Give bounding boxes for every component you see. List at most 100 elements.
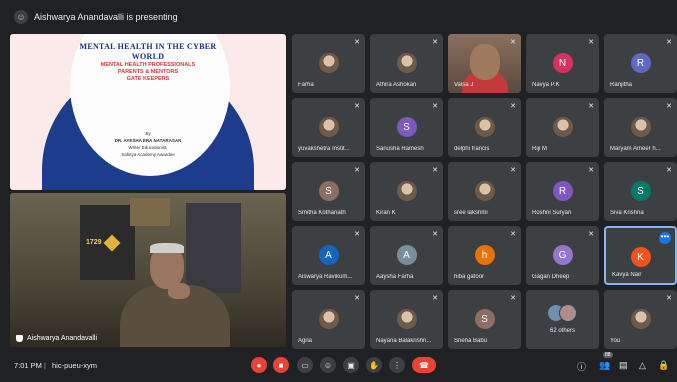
presenter-hand (168, 283, 190, 299)
more-options-icon[interactable]: ⋮ (389, 357, 405, 373)
participant-tile[interactable]: ✕ Farha (292, 34, 365, 93)
avatar: G (552, 245, 573, 265)
participant-tile[interactable]: ✕ R Roshni Suryan (526, 162, 599, 221)
avatar (630, 117, 651, 137)
avatar: S (318, 181, 339, 201)
participant-tile[interactable]: ✕ A Aaysha Farha (370, 226, 443, 285)
avatar: A (318, 245, 339, 265)
host-controls-icon[interactable]: 🔒 (658, 360, 669, 371)
avatar: S (630, 181, 651, 201)
more-options-icon[interactable]: ••• (659, 232, 671, 244)
participant-name: Sanusha Ramesh (376, 146, 424, 152)
participant-tile[interactable]: ✕ Athira Ashokan (370, 34, 443, 93)
mic-off-icon: ✕ (432, 39, 438, 46)
participant-tile[interactable]: ✕ sree lakshmi (448, 162, 521, 221)
avatar (396, 309, 417, 329)
avatar (558, 304, 577, 322)
participant-tile[interactable]: ✕ Agna (292, 290, 365, 349)
participant-tile[interactable]: 62 others (526, 290, 599, 349)
avatar (318, 53, 339, 73)
participant-name: Aaysha Farha (376, 274, 414, 280)
mic-off-icon: ✕ (666, 167, 672, 174)
wall-poster (186, 203, 241, 293)
presenter-name-label: Aishwarya Anandavalli (16, 335, 97, 342)
info-icon[interactable]: ⓘ (577, 360, 586, 373)
meeting-code[interactable]: hic-pueu-xym (52, 361, 97, 370)
avatar (396, 53, 417, 73)
participant-name: Roshni Suryan (532, 210, 572, 216)
participant-tile[interactable]: ✕ Maryam Ameer h... (604, 98, 677, 157)
mic-off-icon: ✕ (354, 295, 360, 302)
participant-tile[interactable]: ✕ G Gagan Dheep (526, 226, 599, 285)
slide-subtitle-line: GATE KEEPERS (126, 76, 170, 82)
participant-name: Valsa J (454, 82, 474, 88)
participant-name: Riji M (532, 146, 547, 152)
mic-off-icon: ✕ (510, 39, 516, 46)
mic-off-icon: ✕ (510, 231, 516, 238)
others-label: 62 others (549, 328, 576, 334)
participant-name: Aiswarya Ravikum... (298, 274, 353, 280)
activities-icon[interactable]: △ (639, 360, 646, 371)
slide-subtitle-line: MENTAL HEALTH PROFESSIONALS (100, 62, 196, 68)
video-person-head (470, 44, 500, 80)
participant-name: yuvakshetra Instit... (298, 146, 350, 152)
camera-off-icon[interactable]: ■ (273, 357, 289, 373)
avatar: A (396, 245, 417, 265)
participant-tile[interactable]: ✕ S Sneha Babu (448, 290, 521, 349)
participant-tile[interactable]: ✕ You (604, 290, 677, 349)
slide-title: MENTAL HEALTH IN THE CYBER WORLD (10, 42, 286, 62)
separator: | (44, 361, 46, 370)
chat-icon[interactable]: ▤ (619, 360, 628, 371)
participant-tile[interactable]: ✕ N Navya P.K (526, 34, 599, 93)
slide-role: Writer Educationist, (128, 145, 168, 150)
avatar: R (630, 53, 651, 73)
participant-name: Farha (298, 82, 314, 88)
participant-tile[interactable]: ✕ Valsa J (448, 34, 521, 93)
mic-off-icon: ✕ (510, 103, 516, 110)
avatar: S (474, 309, 495, 329)
participant-tile[interactable]: ✕ Kiran K (370, 162, 443, 221)
participant-name: Ranjitha (610, 82, 633, 88)
participant-name: Nayana Balakrishn... (376, 338, 432, 344)
participant-name: Athira Ashokan (376, 82, 417, 88)
slide-subtitle: MENTAL HEALTH PROFESSIONALS PARENTS & ME… (10, 62, 286, 83)
mic-off-icon: ✕ (588, 39, 594, 46)
mic-off-icon: ✕ (510, 167, 516, 174)
end-call-icon[interactable]: ☎ (412, 357, 436, 373)
participant-name: Gagan Dheep (532, 274, 570, 280)
participant-tile[interactable]: ✕ S Siva Krishna (604, 162, 677, 221)
microphone-off-icon[interactable]: ● (251, 357, 267, 373)
presenter-video[interactable]: 1729 Aishwarya Anandavalli (10, 193, 286, 347)
avatar (552, 117, 573, 137)
participant-tile[interactable]: ✕ Riji M (526, 98, 599, 157)
participant-name: You (610, 338, 621, 344)
slide-award: Sahitya Academy Awardee (121, 152, 175, 157)
participant-tile[interactable]: ✕ R Ranjitha (604, 34, 677, 93)
mic-off-icon: ✕ (432, 103, 438, 110)
participant-tile[interactable]: ✕ A Aiswarya Ravikum... (292, 226, 365, 285)
participant-tile[interactable]: ✕ yuvakshetra Instit... (292, 98, 365, 157)
slide-author: DR. AYESHA ERA NATARASAN (114, 138, 182, 143)
pin-icon (16, 335, 23, 342)
captions-icon[interactable]: ▭ (297, 357, 313, 373)
emoji-icon[interactable]: ☺ (320, 357, 336, 373)
participant-tile[interactable]: ✕ delphi francis (448, 98, 521, 157)
presenting-text: Aishwarya Anandavalli is presenting (34, 12, 178, 22)
participant-tile[interactable]: ✕ h hiba gafoor (448, 226, 521, 285)
mic-off-icon: ✕ (666, 39, 672, 46)
participant-tile[interactable]: ✕ S Sanusha Ramesh (370, 98, 443, 157)
present-icon[interactable]: ▣ (343, 357, 359, 373)
wall-poster (130, 198, 170, 226)
participant-name: sree lakshmi (454, 210, 488, 216)
mic-off-icon: ✕ (588, 231, 594, 238)
raise-hand-icon[interactable]: ✋ (366, 357, 382, 373)
presenting-banner: ☺ Aishwarya Anandavalli is presenting (4, 6, 673, 28)
participant-tile[interactable]: ✕ Nayana Balakrishn... (370, 290, 443, 349)
participant-tile[interactable]: K Kavya Nair ••• (604, 226, 677, 285)
poster-text: 1729 (86, 239, 102, 246)
mic-off-icon: ✕ (588, 103, 594, 110)
participant-tile[interactable]: ✕ S Smitha Kothanath (292, 162, 365, 221)
slide-title-line1: MENTAL HEALTH IN THE CYBER (79, 42, 217, 51)
mic-off-icon: ✕ (354, 103, 360, 110)
people-icon[interactable]: 👥 (599, 360, 610, 371)
